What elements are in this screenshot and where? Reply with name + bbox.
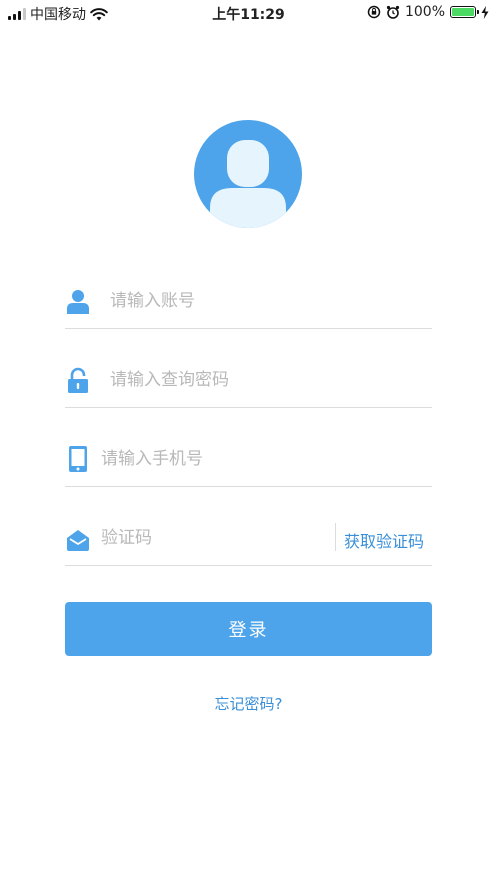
password-row bbox=[65, 353, 432, 408]
phone-icon bbox=[69, 446, 87, 472]
code-input[interactable] bbox=[101, 523, 326, 553]
alarm-icon bbox=[386, 5, 400, 19]
phone-input[interactable] bbox=[101, 444, 421, 474]
code-row: 获取验证码 bbox=[65, 511, 432, 566]
password-input[interactable] bbox=[110, 365, 420, 395]
forgot-password-link[interactable]: 忘记密码? bbox=[0, 693, 497, 714]
user-icon bbox=[67, 290, 89, 314]
rotation-lock-icon bbox=[367, 5, 381, 19]
status-right: 100% bbox=[367, 4, 489, 20]
account-row bbox=[65, 274, 432, 329]
battery-percent: 100% bbox=[404, 4, 445, 20]
lock-icon bbox=[68, 367, 88, 393]
battery-icon bbox=[450, 6, 479, 18]
status-bar: 中国移动 上午11:29 100% bbox=[0, 0, 497, 26]
avatar bbox=[194, 120, 302, 228]
get-code-button[interactable]: 获取验证码 bbox=[344, 528, 424, 552]
envelope-icon bbox=[67, 530, 89, 551]
account-input[interactable] bbox=[110, 286, 420, 316]
phone-row bbox=[65, 432, 432, 487]
login-button[interactable]: 登录 bbox=[65, 602, 432, 656]
code-divider bbox=[335, 523, 336, 551]
charging-icon bbox=[481, 5, 489, 19]
